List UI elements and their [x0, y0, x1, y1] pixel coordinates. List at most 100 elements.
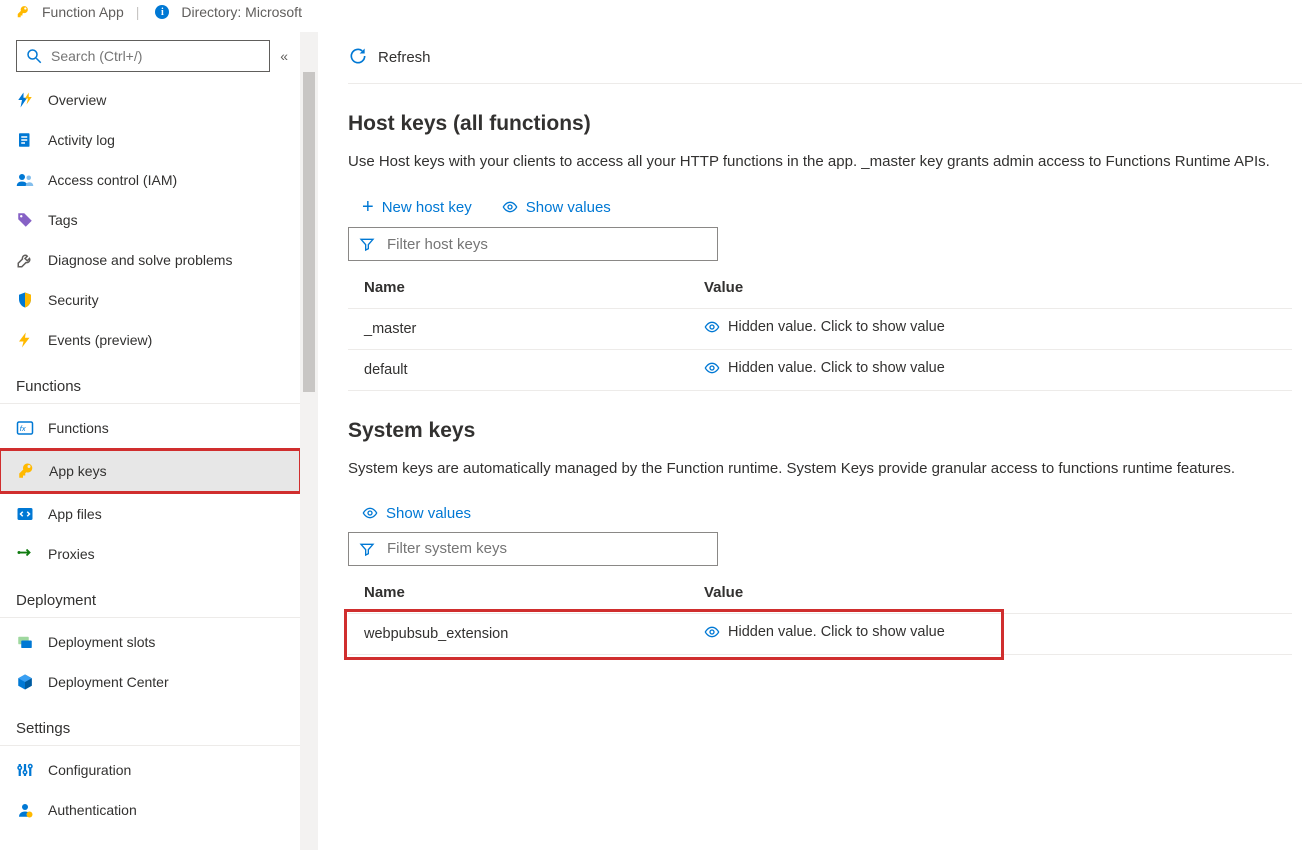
plus-icon: +	[362, 197, 374, 217]
key-name[interactable]: webpubsub_extension	[348, 613, 688, 654]
sidebar-section-deployment: Deployment	[0, 574, 300, 618]
show-value-link[interactable]: Hidden value. Click to show value	[704, 624, 945, 640]
sidebar-item-label: Events (preview)	[48, 332, 152, 348]
host-keys-heading: Host keys (all functions)	[348, 112, 1292, 136]
funnel-icon	[359, 541, 375, 557]
sidebar-item-label: Authentication	[48, 802, 137, 818]
sidebar-item-label: Security	[48, 292, 99, 308]
sidebar-item-label: App keys	[49, 463, 107, 479]
sidebar-scrollbar[interactable]	[300, 32, 318, 850]
sidebar-item-label: Tags	[48, 212, 78, 228]
collapse-sidebar-icon[interactable]: «	[280, 48, 284, 64]
sidebar-item-label: Functions	[48, 420, 109, 436]
col-header-name[interactable]: Name	[348, 265, 688, 309]
sidebar-item-access-control[interactable]: Access control (IAM)	[0, 160, 300, 200]
funnel-icon	[359, 236, 375, 252]
sidebar-item-diagnose[interactable]: Diagnose and solve problems	[0, 240, 300, 280]
sidebar-item-label: Diagnose and solve problems	[48, 252, 232, 268]
table-row: webpubsub_extension Hidden value. Click …	[348, 613, 1292, 654]
main-content: Refresh Host keys (all functions) Use Ho…	[318, 32, 1302, 850]
sidebar: « Overview Activity log Access control (…	[0, 32, 300, 850]
eye-icon	[704, 624, 720, 640]
slots-icon	[16, 633, 34, 651]
sidebar-item-activity-log[interactable]: Activity log	[0, 120, 300, 160]
lightning-dual-icon	[16, 91, 34, 109]
sidebar-item-label: App files	[48, 506, 102, 522]
sidebar-item-configuration[interactable]: Configuration	[0, 750, 300, 790]
sidebar-item-proxies[interactable]: Proxies	[0, 534, 300, 574]
person-icon	[16, 801, 34, 819]
system-keys-section: System keys System keys are automaticall…	[348, 391, 1302, 654]
sidebar-item-overview[interactable]: Overview	[0, 80, 300, 120]
people-icon	[16, 171, 34, 189]
host-keys-description: Use Host keys with your clients to acces…	[348, 150, 1292, 173]
eye-icon	[704, 319, 720, 335]
scrollbar-thumb[interactable]	[303, 72, 315, 392]
sidebar-item-security[interactable]: Security	[0, 280, 300, 320]
tag-icon	[16, 211, 34, 229]
sidebar-item-label: Activity log	[48, 132, 115, 148]
system-keys-filter-input[interactable]	[385, 539, 707, 558]
host-keys-table: Name Value _master Hidden value. Click t…	[348, 265, 1292, 391]
col-header-value[interactable]: Value	[688, 570, 1292, 614]
sidebar-item-authentication[interactable]: Authentication	[0, 790, 300, 830]
system-keys-table: Name Value webpubsub_extension Hidden va…	[348, 570, 1292, 655]
table-row: _master Hidden value. Click to show valu…	[348, 309, 1292, 350]
search-input[interactable]	[49, 47, 261, 65]
log-icon	[16, 131, 34, 149]
sidebar-item-label: Overview	[48, 92, 106, 108]
key-name[interactable]: _master	[348, 309, 688, 350]
refresh-button[interactable]: Refresh	[378, 49, 431, 66]
sidebar-item-app-keys[interactable]: App keys	[1, 451, 299, 491]
sidebar-section-functions: Functions	[0, 360, 300, 404]
show-value-link[interactable]: Hidden value. Click to show value	[704, 360, 945, 376]
sidebar-item-label: Configuration	[48, 762, 131, 778]
sliders-icon	[16, 761, 34, 779]
host-keys-filter[interactable]	[348, 227, 718, 261]
sidebar-item-functions[interactable]: Functions	[0, 408, 300, 448]
eye-icon	[362, 505, 378, 521]
sidebar-item-deployment-center[interactable]: Deployment Center	[0, 662, 300, 702]
show-host-values-button[interactable]: Show values	[502, 199, 611, 216]
shield-icon	[16, 291, 34, 309]
system-keys-description: System keys are automatically managed by…	[348, 457, 1292, 480]
search-icon	[25, 47, 43, 65]
breadcrumb: Function App | i Directory: Microsoft	[0, 0, 1302, 32]
col-header-value[interactable]: Value	[688, 265, 1292, 309]
show-value-link[interactable]: Hidden value. Click to show value	[704, 319, 945, 335]
refresh-icon[interactable]	[348, 46, 368, 69]
sidebar-item-events[interactable]: Events (preview)	[0, 320, 300, 360]
lightning-icon	[16, 331, 34, 349]
highlight-app-keys: App keys	[0, 448, 302, 494]
host-keys-section: Host keys (all functions) Use Host keys …	[348, 84, 1302, 391]
key-icon	[17, 462, 35, 480]
eye-icon	[704, 360, 720, 376]
show-system-values-button[interactable]: Show values	[362, 505, 471, 522]
host-keys-filter-input[interactable]	[385, 235, 707, 254]
sidebar-item-label: Access control (IAM)	[48, 172, 177, 188]
info-icon[interactable]: i	[155, 5, 169, 19]
arrow-icon	[16, 545, 34, 563]
new-host-key-button[interactable]: + New host key	[362, 197, 472, 217]
sidebar-item-label: Proxies	[48, 546, 95, 562]
sidebar-section-settings: Settings	[0, 702, 300, 746]
key-icon	[16, 2, 30, 22]
sidebar-search[interactable]	[16, 40, 270, 72]
fx-icon	[16, 419, 34, 437]
wrench-icon	[16, 251, 34, 269]
system-keys-heading: System keys	[348, 419, 1292, 443]
sidebar-item-label: Deployment slots	[48, 634, 155, 650]
code-icon	[16, 505, 34, 523]
sidebar-item-app-files[interactable]: App files	[0, 494, 300, 534]
key-name[interactable]: default	[348, 350, 688, 391]
col-header-name[interactable]: Name	[348, 570, 688, 614]
cube-icon	[16, 673, 34, 691]
sidebar-item-deployment-slots[interactable]: Deployment slots	[0, 622, 300, 662]
system-keys-filter[interactable]	[348, 532, 718, 566]
table-row: default Hidden value. Click to show valu…	[348, 350, 1292, 391]
sidebar-item-label: Deployment Center	[48, 674, 169, 690]
resource-type: Function App	[42, 4, 124, 20]
command-bar: Refresh	[348, 32, 1302, 84]
sidebar-item-tags[interactable]: Tags	[0, 200, 300, 240]
eye-icon	[502, 199, 518, 215]
